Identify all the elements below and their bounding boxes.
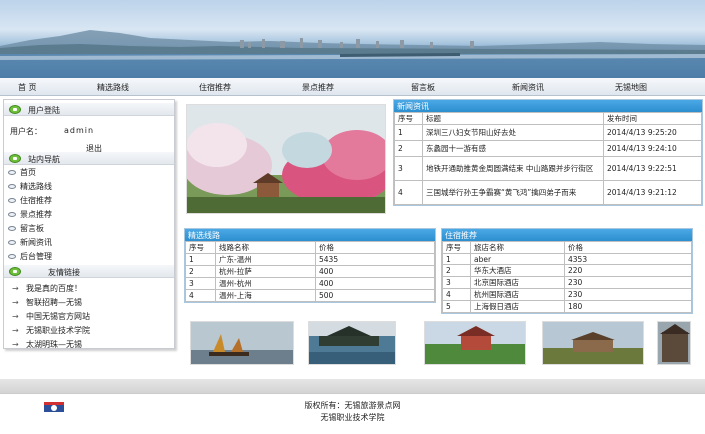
hotels-panel: 住宿推荐 序号 旅店名称 价格 1 aber 4353 2 华东大酒店 220 3 北京国际酒… [441,228,693,314]
nav-news[interactable]: 新闻资讯 [512,82,544,93]
news-title-link[interactable]: 深圳三八妇女节阳山好去处 [422,124,604,141]
arrow-icon: → [12,340,19,349]
table-row[interactable]: 5 上海假日酒店 180 [442,300,692,313]
header-banner [0,0,705,78]
friend-link[interactable]: → 无锡职业技术学院 [12,325,90,336]
scenic-thumbnail[interactable] [308,321,396,365]
friend-link[interactable]: → 我是真的百度！ [12,283,82,294]
friend-link[interactable]: → 太湖明珠—无锡 [12,339,82,350]
sidebar-item-news[interactable]: 新闻资讯 [8,237,52,248]
user-login-header: 用户登陆 [4,103,174,116]
arrow-icon: → [12,312,19,321]
footer: 版权所有：无锡旅游景点网 无锡职业技术学院 [0,393,705,434]
routes-panel: 精选线路 序号 线路名称 价格 1 广东-温州 5435 2 杭州-拉萨 400 3 温州-杭… [184,228,436,303]
footer-divider [0,379,705,393]
user-login-title: 用户登陆 [28,106,60,115]
nav-hotels[interactable]: 住宿推荐 [199,82,231,93]
lake-panorama-image [0,30,705,78]
sidebar-item-attractions[interactable]: 景点推荐 [8,209,52,220]
news-panel-title: 新闻资讯 [394,100,702,112]
arrow-icon: → [12,284,19,293]
sidebar-item-guestbook[interactable]: 留言板 [8,223,44,234]
footer-school: 无锡职业技术学院 [320,413,385,422]
table-row[interactable]: 1 深圳三八妇女节阳山好去处 2014/4/13 9:25:20 [394,124,702,141]
nav-routes[interactable]: 精选路线 [97,82,129,93]
footer-copyright: 版权所有：无锡旅游景点网 [304,401,401,410]
links-header: 友情链接 [4,265,174,278]
bullet-icon [8,198,16,203]
routes-panel-title: 精选线路 [185,229,435,241]
featured-photo [186,104,386,214]
nav-guestbook[interactable]: 留言板 [411,82,435,93]
sidebar-item-home[interactable]: 首页 [8,167,36,178]
table-row[interactable]: 1 aber 4353 [442,253,692,265]
table-row[interactable]: 2 东蠡园十一游有感 2014/4/13 9:24:10 [394,140,702,157]
table-row[interactable]: 3 温州-杭州 400 [185,277,435,290]
table-header-row: 序号 线路名称 价格 [185,241,435,254]
news-panel: 新闻资讯 序号 标题 发布时间 1 深圳三八妇女节阳山好去处 2014/4/13 9… [393,99,703,206]
news-title-link[interactable]: 三国城举行孙王争霸赛“黄飞鸿”擒四弟子而来 [422,180,604,205]
nav-icon [9,154,21,163]
table-row[interactable]: 3 地铁开通助推黄金周圆满结束 中山路跟并步行街区 2014/4/13 9:22:5… [394,156,702,181]
bullet-icon [8,226,16,231]
sidebar-item-routes[interactable]: 精选路线 [8,181,52,192]
username-label: 用户名： [10,127,42,136]
scenic-thumbnail[interactable] [424,321,526,365]
sidebar-item-hotels[interactable]: 住宿推荐 [8,195,52,206]
table-row[interactable]: 4 三国城举行孙王争霸赛“黄飞鸿”擒四弟子而来 2014/4/13 9:21:12 [394,180,702,205]
links-title: 友情链接 [48,268,80,277]
scenic-thumbnail[interactable] [657,321,691,365]
bullet-icon [8,212,16,217]
sidebar-item-admin[interactable]: 后台管理 [8,251,52,262]
routes-table: 序号 线路名称 价格 1 广东-温州 5435 2 杭州-拉萨 400 3 温州-杭州 400 … [185,241,435,302]
site-nav-header: 站内导航 [4,152,174,165]
news-title-link[interactable]: 地铁开通助推黄金周圆满结束 中山路跟并步行街区 [422,156,604,181]
site-nav-title: 站内导航 [28,155,60,164]
user-icon [9,105,21,114]
table-row[interactable]: 3 北京国际酒店 230 [442,276,692,289]
bullet-icon [8,184,16,189]
bullet-icon [8,170,16,175]
news-table: 序号 标题 发布时间 1 深圳三八妇女节阳山好去处 2014/4/13 9:25:2… [394,112,702,205]
nav-attractions[interactable]: 景点推荐 [302,82,334,93]
username-value: admin [64,126,95,135]
table-header-row: 序号 旅店名称 价格 [442,241,692,254]
table-row[interactable]: 4 杭州国际酒店 230 [442,288,692,301]
bullet-icon [8,240,16,245]
table-row[interactable]: 1 广东-温州 5435 [185,253,435,266]
arrow-icon: → [12,326,19,335]
table-row[interactable]: 4 温州-上海 500 [185,289,435,302]
news-title-link[interactable]: 东蠡园十一游有感 [422,140,604,157]
sidebar: 用户登陆 用户名： admin 退出 站内导航 首页 精选路线 住宿推荐 景点推… [3,99,175,349]
main-nav: 首 页 精选路线 住宿推荐 景点推荐 留言板 新闻资讯 无锡地图 [0,78,705,96]
arrow-icon: → [12,298,19,307]
hotels-panel-title: 住宿推荐 [442,229,692,241]
hotels-table: 序号 旅店名称 价格 1 aber 4353 2 华东大酒店 220 3 北京国际酒店 230 … [442,241,692,313]
table-row[interactable]: 2 杭州-拉萨 400 [185,265,435,278]
table-header-row: 序号 标题 发布时间 [394,112,702,125]
link-icon [9,267,21,276]
nav-home[interactable]: 首 页 [18,82,37,93]
table-row[interactable]: 2 华东大酒店 220 [442,264,692,277]
scenic-thumbnail[interactable] [542,321,644,365]
friend-link[interactable]: → 智联招聘—无锡 [12,297,82,308]
bullet-icon [8,254,16,259]
friend-link[interactable]: → 中国无锡官方网站 [12,311,90,322]
nav-map[interactable]: 无锡地图 [615,82,647,93]
scenic-thumbnail[interactable] [190,321,294,365]
